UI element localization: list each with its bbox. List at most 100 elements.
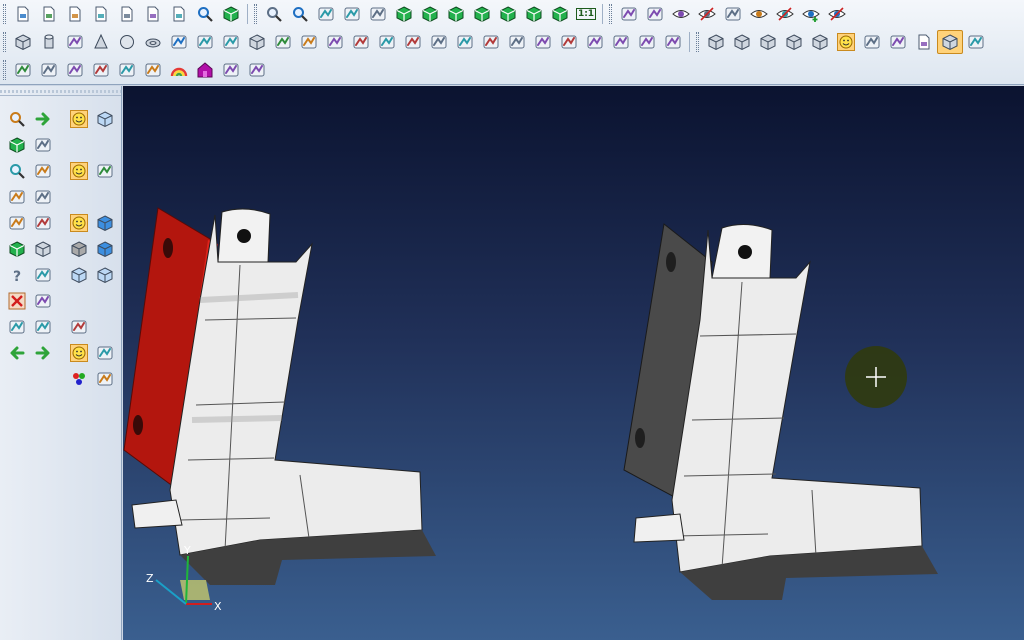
bracket-tool[interactable] <box>30 262 56 288</box>
fillet-button[interactable] <box>400 30 426 54</box>
connect-tool[interactable] <box>92 340 118 366</box>
surface-gear-tool[interactable] <box>66 340 92 366</box>
fit-scale-button[interactable]: 1:1 <box>573 2 599 26</box>
toolbar-grip[interactable] <box>3 60 6 80</box>
replace-button[interactable] <box>963 30 989 54</box>
union-button[interactable] <box>166 30 192 54</box>
solid-button[interactable] <box>807 30 833 54</box>
part-edit-button[interactable] <box>703 30 729 54</box>
line-button[interactable] <box>313 2 339 26</box>
rotate-view-tool[interactable] <box>4 236 30 262</box>
trim-button[interactable] <box>88 58 114 82</box>
glass-cube-tool[interactable] <box>92 106 118 132</box>
mirror-button[interactable] <box>582 30 608 54</box>
measure-button[interactable] <box>261 2 287 26</box>
brush-button[interactable] <box>616 2 642 26</box>
toolbar-grip[interactable] <box>3 4 6 24</box>
refresh-tool[interactable] <box>30 288 56 314</box>
palette-grip[interactable] <box>0 86 121 96</box>
loft-button[interactable] <box>348 30 374 54</box>
pocket-button[interactable] <box>530 30 556 54</box>
zoom-select-tool[interactable] <box>4 158 30 184</box>
add-eye-button[interactable] <box>798 2 824 26</box>
view-back-button[interactable] <box>547 2 573 26</box>
surface-button[interactable] <box>833 30 859 54</box>
guitar-tool[interactable] <box>92 366 118 392</box>
chamfer-button[interactable] <box>426 30 452 54</box>
draft-button[interactable] <box>452 30 478 54</box>
thread-button[interactable] <box>634 30 660 54</box>
toolbar-grip[interactable] <box>3 32 6 52</box>
toolbar-grip[interactable] <box>254 4 257 24</box>
blue-cube-tool[interactable] <box>92 236 118 262</box>
delete-component-button[interactable] <box>937 30 963 54</box>
gear-face-tool[interactable] <box>66 158 92 184</box>
plane-tool[interactable] <box>30 210 56 236</box>
cylinder-button[interactable] <box>36 30 62 54</box>
scale-button[interactable] <box>608 30 634 54</box>
ellipse-tool[interactable] <box>30 158 56 184</box>
box-button[interactable] <box>10 30 36 54</box>
layer-paint-button[interactable] <box>10 58 36 82</box>
split-view-button[interactable] <box>218 2 244 26</box>
show-all-button[interactable] <box>668 2 694 26</box>
marker-button[interactable] <box>36 58 62 82</box>
view-iso-button[interactable] <box>391 2 417 26</box>
sheet-button[interactable] <box>859 30 885 54</box>
help-tool[interactable]: ? <box>4 262 30 288</box>
pencil-tool[interactable] <box>30 184 56 210</box>
filter-button[interactable] <box>642 2 668 26</box>
shell-button[interactable] <box>374 30 400 54</box>
view-top-button[interactable] <box>443 2 469 26</box>
glass-cube-tool[interactable] <box>92 262 118 288</box>
blue-cube-tool[interactable] <box>92 210 118 236</box>
save-all-button[interactable] <box>114 2 140 26</box>
mesh-button[interactable] <box>885 30 911 54</box>
edit-curve-button[interactable] <box>140 58 166 82</box>
back-arrow-tool[interactable] <box>4 340 30 366</box>
bracket-preview[interactable] <box>623 223 938 600</box>
toolbar-grip[interactable] <box>609 4 612 24</box>
view-bottom-button[interactable] <box>521 2 547 26</box>
new-file-button[interactable] <box>10 2 36 26</box>
analyze-button[interactable] <box>287 2 313 26</box>
pattern-button[interactable] <box>556 30 582 54</box>
stack-button[interactable] <box>218 58 244 82</box>
house-button[interactable] <box>192 58 218 82</box>
cube-button[interactable] <box>244 30 270 54</box>
smiley-tool[interactable] <box>66 106 92 132</box>
rainbow-button[interactable] <box>166 58 192 82</box>
forward-arrow-tool[interactable] <box>30 340 56 366</box>
shade-cube-tool[interactable] <box>30 236 56 262</box>
save-button[interactable] <box>88 2 114 26</box>
link-tool[interactable] <box>66 314 92 340</box>
view-right-button[interactable] <box>469 2 495 26</box>
extrude-button[interactable] <box>270 30 296 54</box>
section-tool[interactable] <box>4 210 30 236</box>
sweep-button[interactable] <box>322 30 348 54</box>
image-button[interactable] <box>114 58 140 82</box>
zoom-region-tool[interactable] <box>4 106 30 132</box>
view-front-button[interactable] <box>417 2 443 26</box>
rgb-balls-tool[interactable] <box>66 366 92 392</box>
torus-button[interactable] <box>140 30 166 54</box>
bracket-selected[interactable] <box>123 207 436 585</box>
folder-edit-tool[interactable] <box>30 314 56 340</box>
print-button[interactable] <box>166 2 192 26</box>
subtract-button[interactable] <box>192 30 218 54</box>
boss-button[interactable] <box>504 30 530 54</box>
orbit-tool[interactable] <box>30 132 56 158</box>
hide-all-button[interactable] <box>694 2 720 26</box>
assembly-button[interactable] <box>729 30 755 54</box>
hide-button[interactable] <box>772 2 798 26</box>
rotate-button[interactable] <box>339 2 365 26</box>
toolbar-grip[interactable] <box>696 32 699 52</box>
hatch-button[interactable] <box>62 58 88 82</box>
3d-viewport[interactable]: X Y Z <box>123 86 1024 640</box>
cut-tool-tool[interactable] <box>4 314 30 340</box>
export-button[interactable] <box>911 30 937 54</box>
delete-tool[interactable] <box>4 288 30 314</box>
show-button[interactable] <box>746 2 772 26</box>
bend-edit-tool[interactable] <box>4 184 30 210</box>
cone-button[interactable] <box>88 30 114 54</box>
